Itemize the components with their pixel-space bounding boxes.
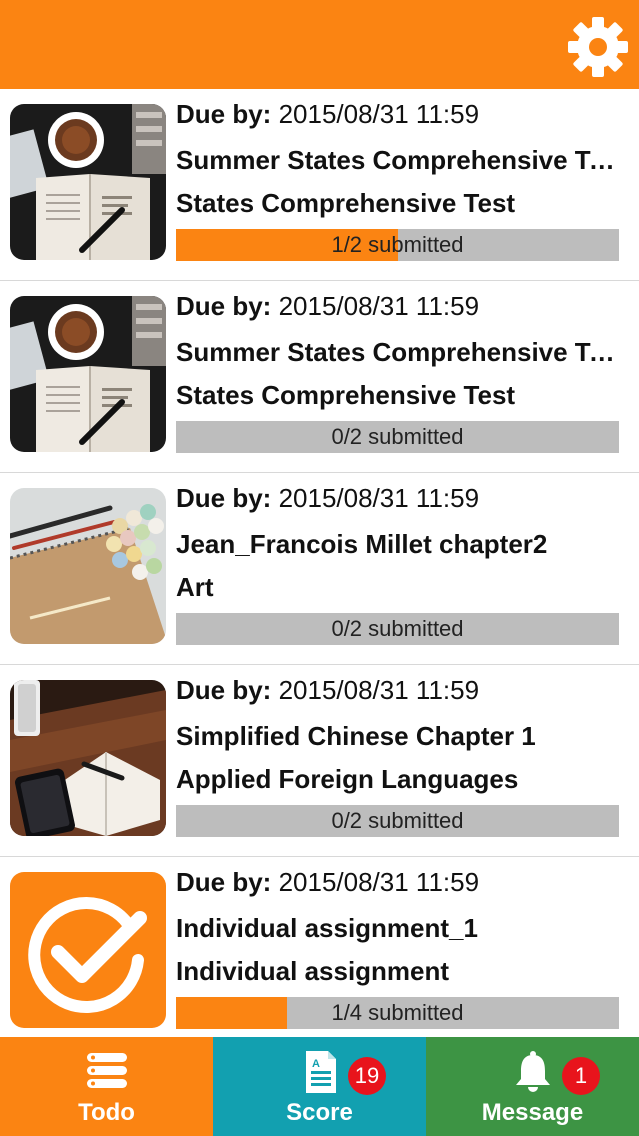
assignment-thumbnail (10, 296, 166, 452)
message-badge: 1 (562, 1057, 600, 1095)
progress-text: 0/2 submitted (331, 424, 464, 449)
assignment-title: Jean_Francois Millet chapter2 (176, 529, 548, 559)
due-date-value: 2015/08/31 11:59 (278, 675, 480, 705)
submission-progress-bar: 1/4 submitted (176, 997, 619, 1029)
submission-progress-bar: 0/2 submitted (176, 421, 619, 453)
assignment-row[interactable]: Due by: 2015/08/31 11:59 Jean_Francois M… (0, 473, 639, 665)
progress-text: 1/4 submitted (331, 1000, 464, 1025)
assignment-subject: Art (176, 572, 214, 602)
tab-score[interactable]: A 19 Score (213, 1037, 426, 1136)
submission-progress-bar: 0/2 submitted (176, 613, 619, 645)
tab-todo-label: Todo (78, 1099, 135, 1126)
due-date-value: 2015/08/31 11:59 (278, 291, 480, 321)
list-icon (86, 1053, 127, 1088)
assignment-row[interactable]: Due by: 2015/08/31 11:59 Individual assi… (0, 857, 639, 1037)
coffee-book-photo (10, 296, 166, 452)
tab-message-label: Message (481, 1099, 584, 1126)
due-date-value: 2015/08/31 11:59 (278, 99, 480, 129)
assignment-row[interactable]: Due by: 2015/08/31 11:59 Summer States C… (0, 89, 639, 281)
svg-text:A: A (312, 1058, 320, 1070)
submission-progress-bar: 1/2 submitted (176, 229, 619, 261)
due-label: Due by: (176, 867, 272, 897)
due-date: Due by: 2015/08/31 11:59 (176, 99, 479, 130)
assignment-subject: Applied Foreign Languages (176, 764, 519, 794)
progress-text: 1/2 submitted (331, 232, 464, 257)
bell-icon (515, 1051, 550, 1092)
due-label: Due by: (176, 675, 272, 705)
document-icon: A (305, 1051, 336, 1093)
assignment-thumbnail (10, 104, 166, 260)
progress-text: 0/2 submitted (331, 808, 464, 833)
gear-icon (568, 17, 628, 77)
phone-notebook-photo (10, 680, 166, 836)
tab-bar: Todo A 19 Score 1 Message (0, 1037, 639, 1136)
assignment-row[interactable]: Due by: 2015/08/31 11:59 Summer States C… (0, 281, 639, 473)
assignment-title: Simplified Chinese Chapter 1 (176, 721, 536, 751)
assignment-title: Summer States Comprehensive Test (176, 145, 621, 175)
due-date-value: 2015/08/31 11:59 (278, 867, 480, 897)
tab-todo[interactable]: Todo (0, 1037, 213, 1136)
due-date: Due by: 2015/08/31 11:59 (176, 867, 479, 898)
tab-message[interactable]: 1 Message (426, 1037, 639, 1136)
assignment-thumbnail (10, 488, 166, 644)
assignment-subject: Individual assignment (176, 956, 450, 986)
assignment-thumbnail (10, 680, 166, 836)
due-date: Due by: 2015/08/31 11:59 (176, 675, 479, 706)
settings-button[interactable] (565, 14, 631, 80)
assignment-list[interactable]: Due by: 2015/08/31 11:59 Summer States C… (0, 89, 639, 1037)
markers-notebook-photo (10, 488, 166, 644)
assignment-subject: States Comprehensive Test (176, 188, 516, 218)
assignment-title: Individual assignment_1 (176, 913, 478, 943)
checkmark-app-icon (10, 872, 166, 1028)
due-label: Due by: (176, 99, 272, 129)
due-label: Due by: (176, 483, 272, 513)
due-date: Due by: 2015/08/31 11:59 (176, 483, 479, 514)
header-bar (0, 0, 639, 89)
due-label: Due by: (176, 291, 272, 321)
assignment-thumbnail (10, 872, 166, 1028)
coffee-book-photo (10, 104, 166, 260)
submission-progress-bar: 0/2 submitted (176, 805, 619, 837)
assignment-title: Summer States Comprehensive Test (176, 337, 621, 367)
score-badge: 19 (348, 1057, 386, 1095)
progress-text: 0/2 submitted (331, 616, 464, 641)
tab-score-label: Score (286, 1099, 353, 1126)
due-date-value: 2015/08/31 11:59 (278, 483, 480, 513)
assignment-row[interactable]: Due by: 2015/08/31 11:59 Simplified Chin… (0, 665, 639, 857)
due-date: Due by: 2015/08/31 11:59 (176, 291, 479, 322)
assignment-subject: States Comprehensive Test (176, 380, 516, 410)
